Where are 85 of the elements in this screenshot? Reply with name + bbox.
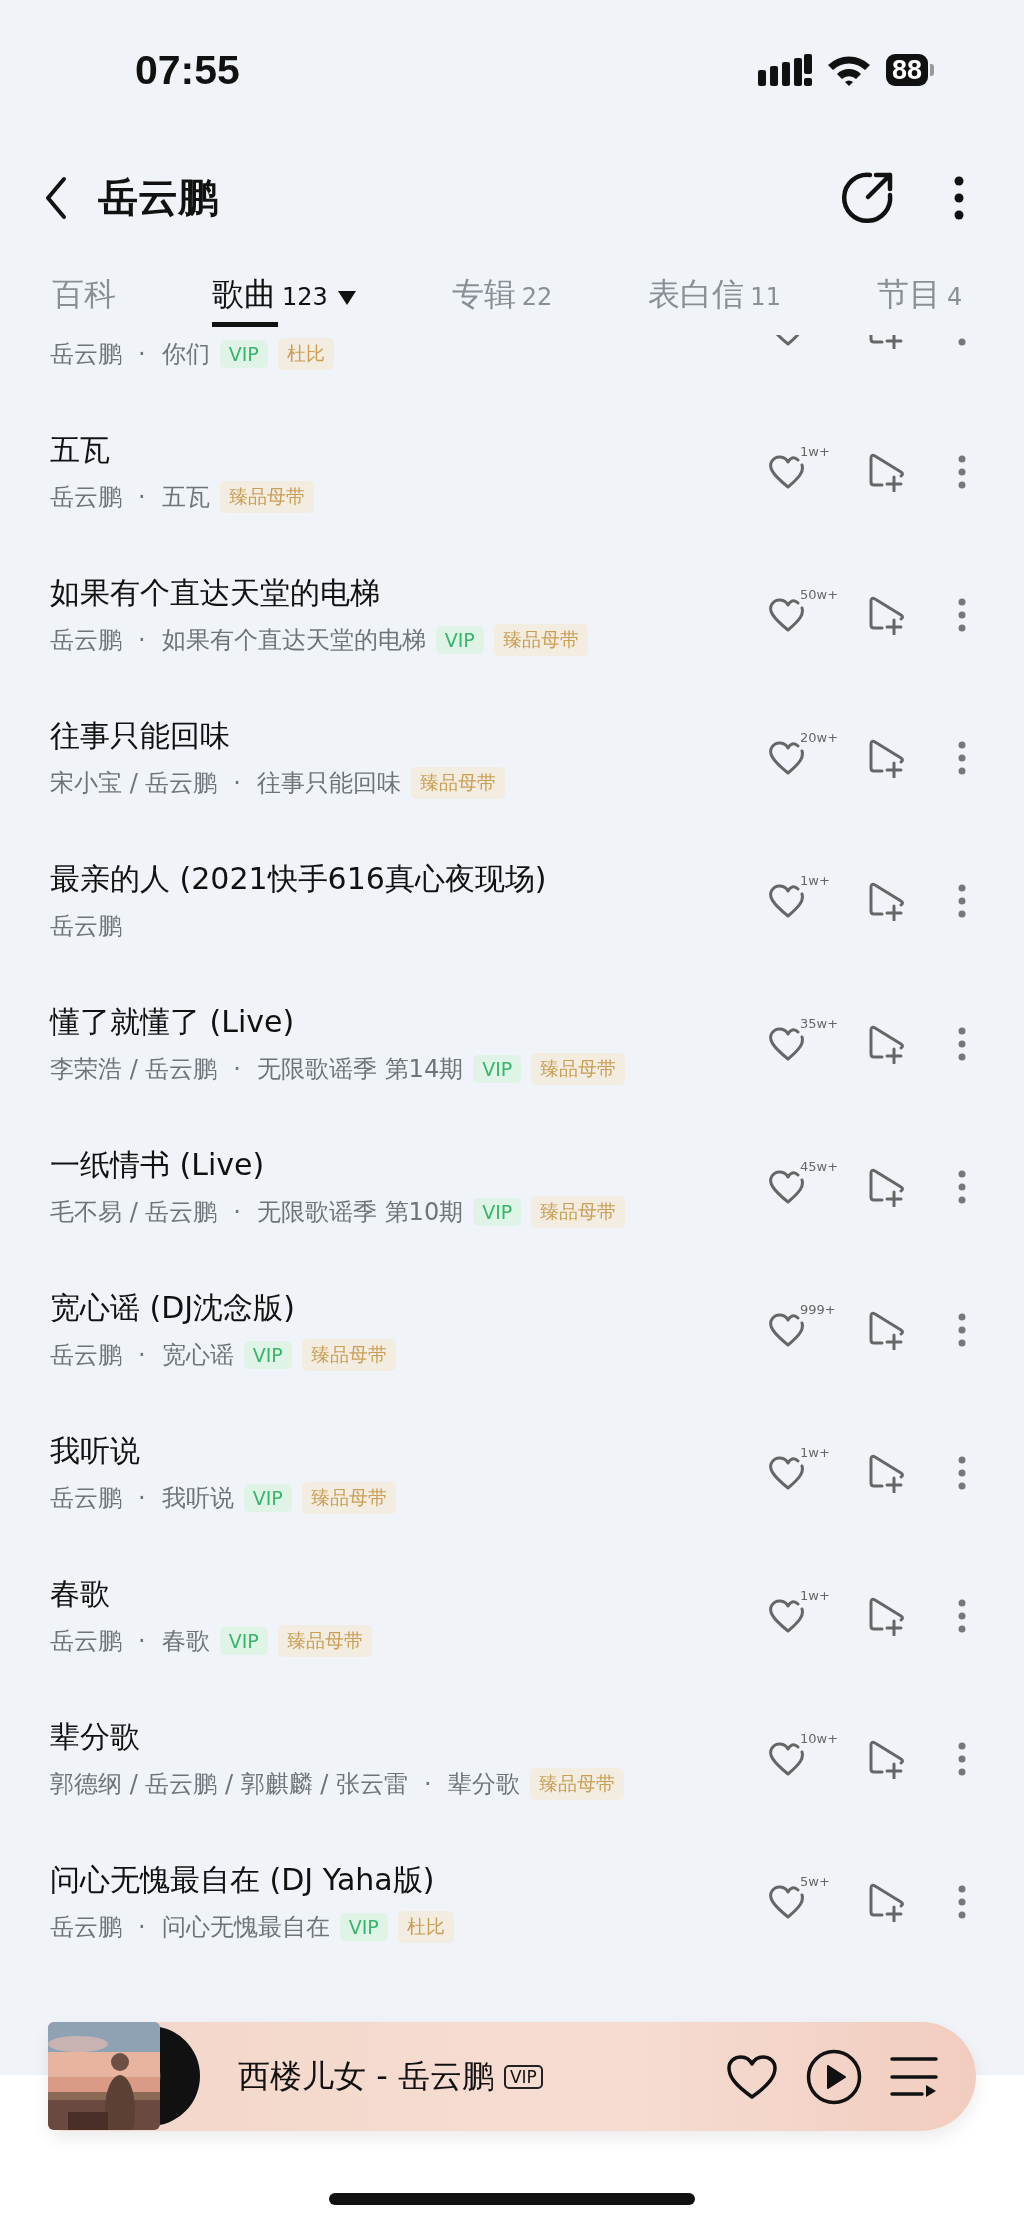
quality-tag: VIP [435, 626, 484, 654]
song-artists: 岳云鹏 [50, 1912, 122, 1943]
album-name: 如果有个直达天堂的电梯 [161, 625, 426, 656]
like-count: 1w+ [800, 872, 830, 888]
quality-tag: 臻品母带 [219, 481, 314, 513]
album-name: 你们 [161, 339, 210, 370]
quality-tag: 臻品母带 [531, 1196, 626, 1228]
separator-dot: · [233, 1198, 241, 1226]
play-icon[interactable] [806, 2048, 862, 2105]
quality-tag: VIP [219, 340, 268, 368]
quality-tag: 臻品母带 [301, 1339, 396, 1371]
separator-dot: · [138, 1341, 146, 1369]
like-count: 1w+ [800, 443, 830, 459]
quality-tag: VIP [219, 1627, 268, 1655]
quality-tag: 杜比 [397, 1911, 454, 1943]
song-title[interactable]: 往事只能回味 [50, 717, 768, 755]
quality-tag: VIP [243, 1484, 292, 1512]
signal-icon [757, 54, 812, 86]
song-artists: 岳云鹏 [50, 1483, 122, 1514]
album-name: 无限歌谣季 第10期 [257, 1197, 464, 1228]
song-artists: 岳云鹏 [50, 339, 122, 370]
song-title[interactable]: 问心无愧最自在 (DJ Yaha版) [50, 1861, 768, 1899]
vip-badge: VIP [503, 2064, 543, 2089]
song-title[interactable]: 五瓦 [50, 431, 768, 469]
album-name: 问心无愧最自在 [161, 1912, 330, 1943]
separator-dot: · [233, 769, 241, 797]
like-count: 45w+ [800, 1158, 839, 1174]
like-count: 5w+ [800, 1873, 830, 1889]
song-artists: 宋小宝 / 岳云鹏 [50, 768, 218, 799]
quality-tag: 臻品母带 [411, 767, 505, 799]
separator-dot: · [138, 1627, 146, 1655]
song-title[interactable]: 如果有个直达天堂的电梯 [50, 574, 768, 612]
quality-tag: VIP [243, 1341, 292, 1369]
quality-tag: VIP [339, 1913, 388, 1941]
song-artists: 岳云鹏 [50, 1340, 122, 1371]
song-artists: 毛不易 / 岳云鹏 [50, 1197, 218, 1228]
like-count: 35w+ [800, 1015, 839, 1031]
quality-tag: 臻品母带 [529, 1768, 624, 1800]
album-name: 五瓦 [161, 482, 210, 513]
separator-dot: · [138, 1913, 146, 1941]
mini-player[interactable]: 西楼儿女 - 岳云鹏 VIP [48, 2022, 976, 2131]
song-artists: 岳云鹏 [50, 625, 122, 656]
now-playing-title: 西楼儿女 - 岳云鹏 [238, 2055, 494, 2097]
status-time: 07:55 [135, 46, 240, 94]
album-name: 往事只能回味 [257, 768, 401, 799]
separator-dot: · [138, 626, 146, 654]
separator-dot: · [424, 1770, 432, 1798]
playlist-icon[interactable] [890, 2055, 938, 2098]
song-title[interactable]: 一纸情书 (Live) [50, 1146, 768, 1184]
song-artists: 岳云鹏 [50, 1626, 122, 1657]
back-icon[interactable] [44, 175, 68, 220]
album-name: 辈分歌 [447, 1769, 520, 1800]
song-title[interactable]: 懂了就懂了 (Live) [50, 1003, 768, 1041]
separator-dot: · [138, 483, 146, 511]
artist-title: 岳云鹏 [98, 173, 218, 222]
song-artists: 岳云鹏 [50, 482, 122, 513]
quality-tag: VIP [473, 1055, 522, 1083]
like-count: 1w+ [800, 1587, 830, 1603]
album-name: 我听说 [161, 1483, 234, 1514]
album-name: 宽心谣 [161, 1340, 234, 1371]
separator-dot: · [233, 1055, 241, 1083]
song-artists: 郭德纲 / 岳云鹏 / 郭麒麟 / 张云雷 [50, 1769, 409, 1800]
quality-tag: 臻品母带 [277, 1625, 372, 1657]
separator-dot: · [138, 1484, 146, 1512]
song-title[interactable]: 宽心谣 (DJ沈念版) [50, 1289, 768, 1327]
quality-tag: 臻品母带 [301, 1482, 396, 1514]
like-count: 999+ [800, 1301, 836, 1317]
like-count: 10w+ [800, 1730, 839, 1746]
song-title[interactable]: 最亲的人 (2021快手616真心夜现场) [50, 860, 768, 898]
song-title[interactable]: 我听说 [50, 1432, 768, 1470]
song-artists: 岳云鹏 [50, 911, 122, 942]
quality-tag: 臻品母带 [493, 624, 588, 656]
share-icon[interactable] [840, 170, 894, 225]
album-name: 春歌 [161, 1626, 210, 1657]
album-name: 无限歌谣季 第14期 [257, 1054, 464, 1085]
separator-dot: · [138, 340, 146, 368]
song-title[interactable]: 辈分歌 [50, 1718, 768, 1756]
quality-tag: VIP [473, 1198, 522, 1226]
quality-tag: 臻品母带 [531, 1053, 626, 1085]
like-count: 20w+ [800, 729, 839, 745]
song-artists: 李荣浩 / 岳云鹏 [50, 1054, 218, 1085]
like-count: 50w+ [800, 586, 839, 602]
quality-tag: 杜比 [277, 338, 334, 370]
like-count: 1w+ [800, 1444, 830, 1460]
song-title[interactable]: 春歌 [50, 1575, 768, 1613]
